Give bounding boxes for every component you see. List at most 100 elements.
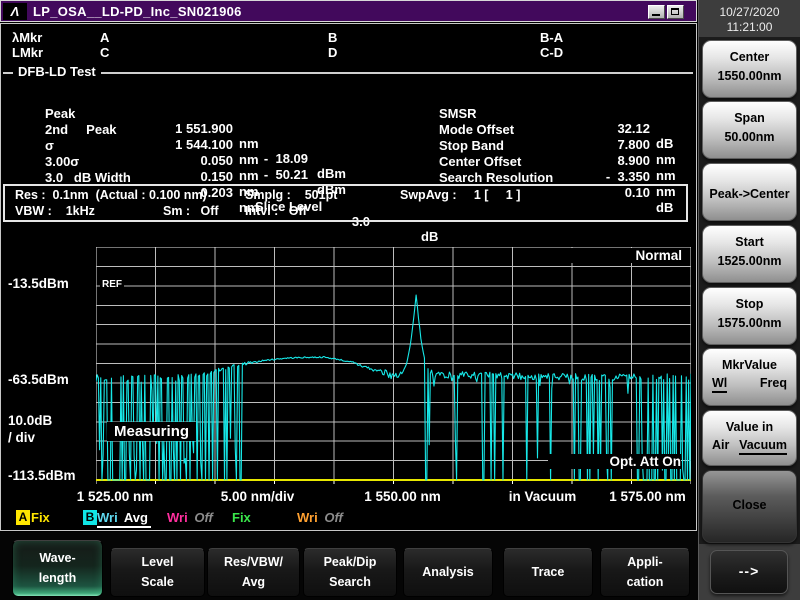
button-label: Value in bbox=[703, 420, 796, 434]
wavelength-option: Wl bbox=[712, 376, 727, 393]
marker-row-wavelength: λMkr A B B-A bbox=[0, 30, 697, 45]
lambda-marker-label: λMkr bbox=[12, 30, 42, 45]
level-marker-label: LMkr bbox=[12, 45, 43, 60]
measuring-status-badge: Measuring bbox=[107, 422, 196, 441]
x-axis-start-label: 1 525.00 nm bbox=[60, 489, 170, 504]
value-in-button[interactable]: Value in Air Vacuum bbox=[702, 410, 797, 466]
marker-row-level: LMkr C D C-D bbox=[0, 45, 697, 60]
button-label: Close bbox=[703, 498, 796, 512]
result-wavelength: 0.150 bbox=[133, 169, 233, 184]
result-value: - 3.350 bbox=[556, 169, 650, 184]
x-axis-center-label: 1 550.00 nm bbox=[345, 489, 460, 504]
title-bar: Λ LP_OSA__LD-PD_Inc_SN021906 bbox=[0, 0, 697, 22]
trace-d-mode[interactable]: Fix bbox=[232, 510, 254, 525]
tab-peak-dip-search[interactable]: Peak/Dip Search bbox=[303, 548, 397, 597]
trace-b-badge[interactable]: B bbox=[83, 510, 97, 525]
result-row-stop-band: Stop Band 8.900 nm bbox=[0, 123, 697, 139]
marker-ba-label: B-A bbox=[540, 30, 563, 45]
button-value: 1525.00nm bbox=[703, 254, 796, 268]
tab-label: Search bbox=[304, 575, 396, 589]
optical-attenuator-status: Opt. Att On bbox=[548, 454, 681, 469]
marker-c-label: C bbox=[100, 45, 109, 60]
close-button[interactable]: Close bbox=[702, 470, 797, 543]
trace-b-mode-label: Wri bbox=[97, 510, 118, 525]
trace-a-badge[interactable]: A bbox=[16, 510, 30, 525]
softkey-panel: 10/27/2020 11:21:00 Center 1550.00nm Spa… bbox=[698, 0, 800, 600]
button-label: Span bbox=[703, 111, 796, 125]
tab-label: cation bbox=[601, 575, 689, 589]
air-option: Air bbox=[712, 438, 729, 455]
vacuum-option: Vacuum bbox=[739, 438, 787, 455]
marker-b-label: B bbox=[328, 30, 337, 45]
tab-analysis[interactable]: Analysis bbox=[403, 548, 493, 597]
arrow-right-icon: --> bbox=[711, 563, 787, 579]
button-label: Start bbox=[703, 235, 796, 249]
trace-c-mode[interactable]: Wri Off bbox=[167, 510, 216, 525]
marker-cd-label: C-D bbox=[540, 45, 563, 60]
y-axis-scale-unit: / div bbox=[8, 430, 35, 445]
start-button[interactable]: Start 1525.00nm bbox=[702, 225, 797, 283]
spectrum-plot bbox=[96, 247, 691, 487]
smoothing-setting: Sm : Off bbox=[163, 204, 219, 218]
trace-e-mode-label: Wri bbox=[297, 510, 318, 525]
marker-value-button[interactable]: MkrValue Wl Freq bbox=[702, 348, 797, 406]
vbw-setting: VBW : 1kHz bbox=[15, 204, 95, 218]
tab-label: Level bbox=[111, 555, 204, 569]
button-label: Center bbox=[703, 50, 796, 64]
tab-label: Trace bbox=[504, 565, 592, 579]
peak-to-center-button[interactable]: Peak->Center bbox=[702, 163, 797, 221]
trace-d-mode-label: Fix bbox=[232, 510, 251, 525]
date-label: 10/27/2020 bbox=[699, 5, 800, 20]
frequency-option: Freq bbox=[760, 376, 787, 393]
sampling-setting: Smplg : 501pt bbox=[245, 188, 337, 202]
section-divider bbox=[3, 72, 693, 74]
button-label: MkrValue bbox=[703, 358, 796, 372]
center-button[interactable]: Center 1550.00nm bbox=[702, 40, 797, 98]
tab-label: length bbox=[13, 571, 102, 585]
stop-button[interactable]: Stop 1575.00nm bbox=[702, 287, 797, 345]
button-value: 50.00nm bbox=[703, 130, 796, 144]
maximize-icon bbox=[671, 8, 679, 15]
span-button[interactable]: Span 50.00nm bbox=[702, 101, 797, 159]
button-label: Stop bbox=[703, 297, 796, 311]
result-label: Search Resolution bbox=[439, 170, 553, 185]
result-row-smsr: SMSR 32.12 dB bbox=[0, 91, 697, 107]
tab-application[interactable]: Appli- cation bbox=[600, 548, 690, 597]
x-axis-div-label: 5.00 nm/div bbox=[200, 489, 315, 504]
more-menu-arrow-button[interactable]: --> bbox=[710, 550, 788, 594]
window-title: LP_OSA__LD-PD_Inc_SN021906 bbox=[33, 4, 242, 19]
trace-e-mode[interactable]: Wri Off bbox=[297, 510, 346, 525]
tab-wavelength[interactable]: Wave- length bbox=[12, 540, 103, 597]
tab-label: Peak/Dip bbox=[304, 555, 396, 569]
maximize-button[interactable] bbox=[667, 5, 684, 19]
x-axis-stop-label: 1 575.00 nm bbox=[600, 489, 695, 504]
marker-a-label: A bbox=[100, 30, 109, 45]
tab-res-vbw-avg[interactable]: Res/VBW/ Avg bbox=[207, 548, 300, 597]
sweep-settings-box: Res : 0.1nm (Actual : 0.100 nm) Smplg : … bbox=[3, 184, 688, 222]
datetime-display: 10/27/2020 11:21:00 bbox=[699, 5, 800, 35]
tab-label: Res/VBW/ bbox=[208, 555, 299, 569]
minimize-icon bbox=[652, 14, 660, 16]
trace-a-mode[interactable]: Fix bbox=[31, 510, 53, 525]
result-row-search-resolution: Search Resolution 0.10 dB bbox=[0, 155, 697, 171]
y-axis-mid-label: -63.5dBm bbox=[8, 372, 69, 387]
trace-c-mode-label: Wri bbox=[167, 510, 188, 525]
tab-level-scale[interactable]: Level Scale bbox=[110, 548, 205, 597]
interval-setting: Intvl : Off bbox=[245, 204, 307, 218]
resolution-setting: Res : 0.1nm (Actual : 0.100 nm) bbox=[15, 188, 207, 202]
tab-label: Scale bbox=[111, 575, 204, 589]
result-row-center-offset: Center Offset - 3.350 nm bbox=[0, 139, 697, 155]
trace-c-off-label: Off bbox=[194, 510, 213, 525]
tab-label: Appli- bbox=[601, 555, 689, 569]
time-label: 11:21:00 bbox=[699, 20, 800, 35]
trace-b-mode[interactable]: Wri Avg bbox=[97, 510, 151, 528]
section-title: DFB-LD Test bbox=[13, 64, 101, 79]
tab-trace[interactable]: Trace bbox=[503, 548, 593, 597]
osa-application-window: Λ LP_OSA__LD-PD_Inc_SN021906 λMkr A B B-… bbox=[0, 0, 800, 600]
y-axis-bottom-label: -113.5dBm bbox=[8, 468, 76, 483]
button-value: 1550.00nm bbox=[703, 69, 796, 83]
trace-e-off-label: Off bbox=[324, 510, 343, 525]
y-axis-ref-label: -13.5dBm bbox=[8, 276, 69, 291]
minimize-button[interactable] bbox=[648, 5, 665, 19]
result-row-mode-offset: Mode Offset 7.800 nm bbox=[0, 107, 697, 123]
